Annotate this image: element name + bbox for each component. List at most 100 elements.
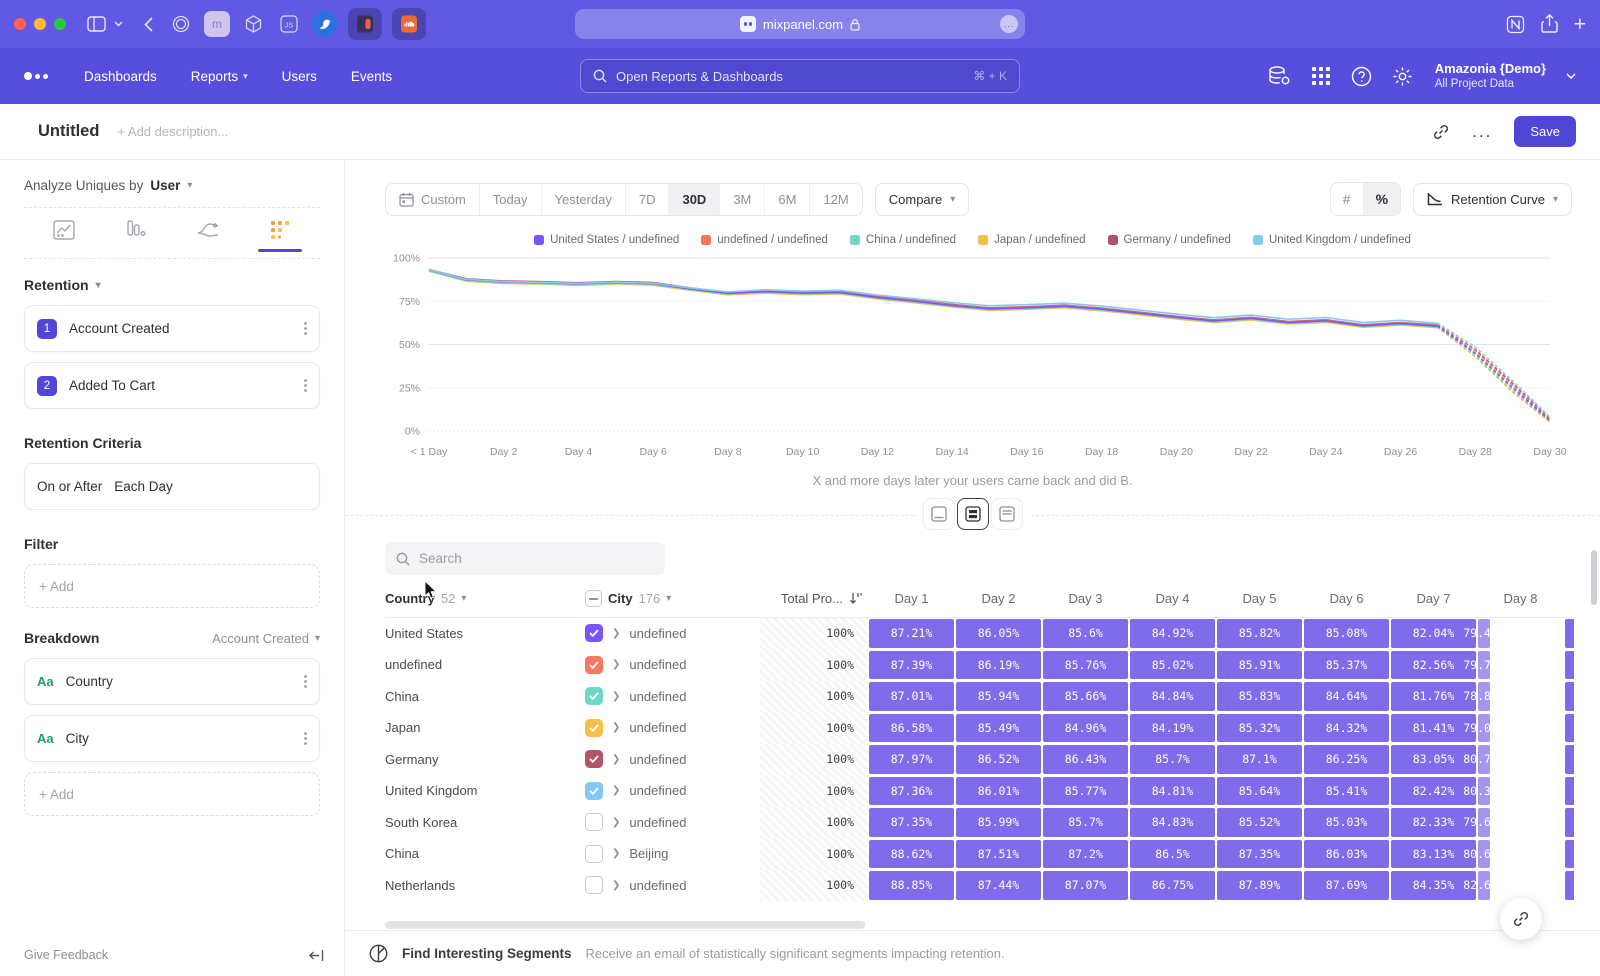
report-title[interactable]: Untitled bbox=[38, 122, 99, 141]
retention-value-cell[interactable]: 85.52% bbox=[1217, 808, 1302, 837]
day-column-header[interactable]: Day 7 bbox=[1390, 581, 1477, 617]
project-switcher[interactable]: Amazonia {Demo} All Project Data bbox=[1435, 61, 1546, 92]
sidebar-chevron-icon[interactable] bbox=[110, 10, 126, 38]
retention-value-cell[interactable]: 86.03% bbox=[1304, 840, 1389, 869]
retention-value-cell[interactable]: 87.01% bbox=[869, 682, 954, 711]
retention-value-cell[interactable]: 80.35% bbox=[1478, 777, 1490, 806]
country-cell[interactable]: Japan bbox=[385, 712, 585, 744]
row-checkbox[interactable] bbox=[585, 687, 603, 705]
retention-value-cell[interactable]: 87.21% bbox=[869, 619, 954, 648]
day-column-header[interactable]: Day 6 bbox=[1303, 581, 1390, 617]
retention-value-cell[interactable]: 85.49% bbox=[956, 714, 1041, 743]
retention-value-cell[interactable]: 85.03% bbox=[1304, 808, 1389, 837]
table-search-input[interactable]: Search bbox=[385, 542, 665, 575]
apps-grid-icon[interactable] bbox=[1311, 66, 1331, 86]
nav-item-users[interactable]: Users bbox=[282, 69, 317, 84]
city-cell[interactable]: undefined bbox=[629, 689, 686, 704]
retention-value-cell[interactable]: 87.35% bbox=[1217, 840, 1302, 869]
retention-value-cell[interactable]: 79.62% bbox=[1478, 808, 1490, 837]
legend-item[interactable]: Japan / undefined bbox=[978, 234, 1085, 246]
city-cell[interactable]: undefined bbox=[629, 626, 686, 641]
retention-value-cell[interactable]: 87.36% bbox=[869, 777, 954, 806]
expand-row-chevron-icon[interactable]: ❯ bbox=[612, 817, 620, 828]
row-checkbox[interactable] bbox=[585, 750, 603, 768]
kebab-menu-icon[interactable] bbox=[304, 675, 307, 688]
retention-value-cell[interactable]: 84.32% bbox=[1304, 714, 1389, 743]
expand-row-chevron-icon[interactable]: ❯ bbox=[612, 691, 620, 702]
unit-count-button[interactable]: # bbox=[1331, 183, 1364, 215]
retention-value-cell[interactable]: 84.84% bbox=[1130, 682, 1215, 711]
city-sort-chevron-icon[interactable]: ▾ bbox=[666, 593, 671, 604]
retention-value-cell[interactable]: 85.91% bbox=[1217, 651, 1302, 680]
retention-value-cell[interactable]: 85.08% bbox=[1304, 619, 1389, 648]
m-avatar-icon[interactable]: m bbox=[204, 11, 230, 37]
expand-row-chevron-icon[interactable]: ❯ bbox=[612, 785, 620, 796]
retention-value-cell[interactable]: 88.62% bbox=[869, 840, 954, 869]
city-cell[interactable]: undefined bbox=[629, 657, 686, 672]
day-column-header[interactable]: Day 1 bbox=[868, 581, 955, 617]
retention-value-cell[interactable]: 79.77% bbox=[1478, 651, 1490, 680]
retention-value-cell[interactable]: 85.32% bbox=[1217, 714, 1302, 743]
retention-value-cell[interactable]: 80.68% bbox=[1478, 840, 1490, 869]
expand-row-chevron-icon[interactable]: ❯ bbox=[612, 659, 620, 670]
collapse-sidebar-icon[interactable] bbox=[309, 949, 324, 962]
kebab-menu-icon[interactable] bbox=[304, 732, 307, 745]
horizontal-scrollbar[interactable] bbox=[385, 921, 865, 929]
compare-button[interactable]: Compare ▾ bbox=[875, 183, 970, 216]
range-3m[interactable]: 3M bbox=[720, 184, 765, 215]
legend-item[interactable]: China / undefined bbox=[850, 234, 956, 246]
retention-step-2[interactable]: 2Added To Cart bbox=[24, 362, 320, 409]
close-window-button[interactable] bbox=[14, 18, 26, 30]
retention-value-cell[interactable]: 86.19% bbox=[956, 651, 1041, 680]
city-cell[interactable]: undefined bbox=[629, 752, 686, 767]
unit-percent-button[interactable]: % bbox=[1364, 183, 1400, 215]
new-tab-icon[interactable]: + bbox=[1574, 14, 1586, 35]
nav-item-dashboards[interactable]: Dashboards bbox=[84, 69, 157, 84]
retention-value-cell[interactable]: 85.7% bbox=[1130, 745, 1215, 774]
view-table-only-button[interactable] bbox=[991, 498, 1023, 530]
breakdown-city[interactable]: AaCity bbox=[24, 715, 320, 762]
copy-link-icon[interactable] bbox=[1432, 123, 1450, 141]
range-custom[interactable]: Custom bbox=[386, 184, 480, 215]
country-column-header[interactable]: Country bbox=[385, 591, 435, 606]
city-select-all-checkbox[interactable] bbox=[585, 590, 602, 607]
page-options-icon[interactable]: ... bbox=[1000, 15, 1018, 33]
retention-value-cell[interactable]: 86.58% bbox=[869, 714, 954, 743]
retention-value-cell[interactable]: 85.77% bbox=[1043, 777, 1128, 806]
city-cell[interactable]: undefined bbox=[629, 720, 686, 735]
retention-value-cell[interactable]: 87.39% bbox=[869, 651, 954, 680]
nav-item-events[interactable]: Events bbox=[351, 69, 392, 84]
retention-value-cell[interactable]: 78.87% bbox=[1478, 682, 1490, 711]
criteria-period[interactable]: Each Day bbox=[114, 479, 173, 494]
retention-value-cell[interactable]: 84.64% bbox=[1304, 682, 1389, 711]
retention-step-1[interactable]: 1Account Created bbox=[24, 305, 320, 352]
soundcloud-tab-icon[interactable] bbox=[392, 8, 426, 40]
back-button[interactable] bbox=[134, 10, 162, 38]
retention-value-cell[interactable]: 84.83% bbox=[1130, 808, 1215, 837]
report-description-placeholder[interactable]: + Add description... bbox=[117, 124, 228, 139]
legend-item[interactable]: United States / undefined bbox=[534, 234, 679, 246]
expand-row-chevron-icon[interactable]: ❯ bbox=[612, 880, 620, 891]
retention-value-cell[interactable]: 84.81% bbox=[1130, 777, 1215, 806]
js-app-icon[interactable]: JS bbox=[276, 11, 302, 37]
city-cell[interactable]: undefined bbox=[629, 815, 686, 830]
row-checkbox[interactable] bbox=[585, 845, 603, 863]
retention-value-cell[interactable]: 87.51% bbox=[956, 840, 1041, 869]
range-12m[interactable]: 12M bbox=[810, 184, 861, 215]
retention-value-cell[interactable]: 84.96% bbox=[1043, 714, 1128, 743]
retention-value-cell[interactable]: 85.94% bbox=[956, 682, 1041, 711]
country-cell[interactable]: China bbox=[385, 838, 585, 870]
retention-value-cell[interactable]: 86.5% bbox=[1130, 840, 1215, 869]
url-bar[interactable]: mixpanel.com ... bbox=[575, 9, 1025, 39]
criteria-condition[interactable]: On or After bbox=[37, 479, 102, 494]
retention-value-cell[interactable]: 87.2% bbox=[1043, 840, 1128, 869]
row-checkbox[interactable] bbox=[585, 813, 603, 831]
tab-retention[interactable] bbox=[244, 220, 316, 258]
city-cell[interactable]: undefined bbox=[629, 783, 686, 798]
country-cell[interactable]: Netherlands bbox=[385, 870, 585, 902]
retention-value-cell[interactable]: 87.44% bbox=[956, 871, 1041, 900]
circle-app-icon[interactable] bbox=[168, 11, 194, 37]
retention-chart[interactable]: 0%25%50%75%100%< 1 DayDay 2Day 4Day 6Day… bbox=[345, 248, 1600, 463]
legend-item[interactable]: United Kingdom / undefined bbox=[1253, 234, 1411, 246]
nav-item-reports[interactable]: Reports▾ bbox=[191, 69, 248, 84]
